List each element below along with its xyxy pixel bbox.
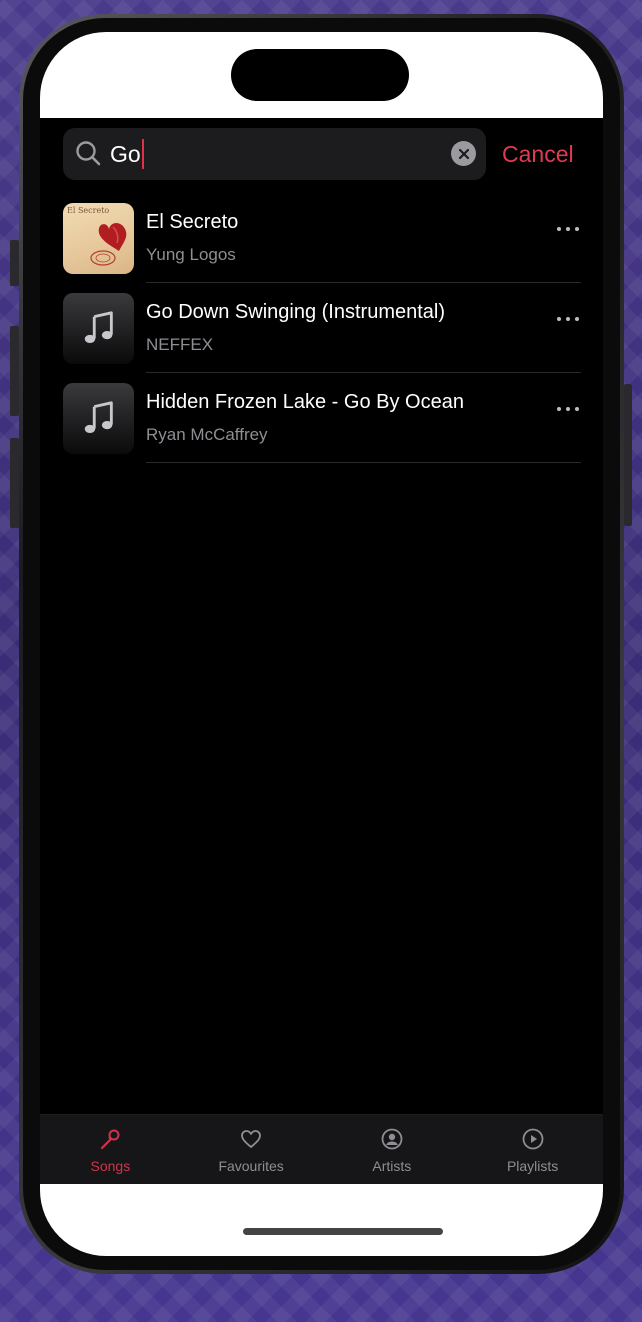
volume-up-button <box>10 326 19 416</box>
tab-favourites[interactable]: Favourites <box>181 1115 321 1174</box>
tab-songs[interactable]: Songs <box>40 1115 180 1174</box>
song-info: Hidden Frozen Lake - Go By Ocean Ryan Mc… <box>146 373 581 463</box>
phone-bezel: Go Cancel El Secreto El Secreto Yung Log… <box>23 18 620 1270</box>
search-value[interactable]: Go <box>110 139 144 169</box>
action-button <box>10 240 19 286</box>
tab-bar: Songs Favourites Artists Playlists <box>40 1114 603 1184</box>
songs-search-view: Go Cancel El Secreto El Secreto Yung Log… <box>40 118 603 1184</box>
search-input[interactable]: Go <box>63 128 486 180</box>
tab-label: Favourites <box>218 1158 284 1174</box>
tab-label: Songs <box>90 1158 131 1174</box>
tab-label: Artists <box>372 1158 412 1174</box>
song-title: El Secreto <box>146 211 239 233</box>
song-row[interactable]: Go Down Swinging (Instrumental) NEFFEX <box>63 283 581 373</box>
home-area <box>40 1184 603 1256</box>
cancel-button[interactable]: Cancel <box>502 141 574 168</box>
dynamic-island <box>231 49 409 101</box>
clear-search-icon[interactable] <box>451 141 476 166</box>
phone-frame: Go Cancel El Secreto El Secreto Yung Log… <box>19 14 624 1274</box>
search-results-list: El Secreto El Secreto Yung Logos Go Down… <box>63 193 581 463</box>
microphone-icon <box>101 1129 120 1150</box>
more-options-icon[interactable] <box>557 317 579 323</box>
music-note-icon <box>63 382 134 454</box>
song-row[interactable]: El Secreto El Secreto Yung Logos <box>63 193 581 283</box>
person-circle-icon <box>381 1128 403 1150</box>
song-info: Go Down Swinging (Instrumental) NEFFEX <box>146 283 581 373</box>
play-circle-icon <box>522 1128 544 1150</box>
tab-artists[interactable]: Artists <box>322 1115 462 1174</box>
song-row[interactable]: Hidden Frozen Lake - Go By Ocean Ryan Mc… <box>63 373 581 463</box>
volume-down-button <box>10 438 19 528</box>
search-bar-row: Go Cancel <box>63 128 581 180</box>
screen: Go Cancel El Secreto El Secreto Yung Log… <box>40 32 603 1256</box>
more-options-icon[interactable] <box>557 227 579 233</box>
song-title: Hidden Frozen Lake - Go By Ocean <box>146 391 464 413</box>
text-caret <box>141 139 144 169</box>
heart-icon <box>241 1130 262 1148</box>
power-button <box>624 384 632 526</box>
search-icon <box>76 141 101 166</box>
song-artist: Yung Logos <box>146 245 236 264</box>
tab-playlists[interactable]: Playlists <box>463 1115 603 1174</box>
more-options-icon[interactable] <box>557 407 579 413</box>
home-indicator[interactable] <box>243 1228 443 1235</box>
song-title: Go Down Swinging (Instrumental) <box>146 301 446 323</box>
search-text: Go <box>110 140 141 167</box>
song-info: El Secreto Yung Logos <box>146 193 581 283</box>
album-artwork: El Secreto <box>63 202 134 274</box>
tab-label: Playlists <box>506 1158 559 1174</box>
music-note-icon <box>63 292 134 364</box>
song-artist: NEFFEX <box>146 335 214 354</box>
song-artist: Ryan McCaffrey <box>146 425 268 444</box>
